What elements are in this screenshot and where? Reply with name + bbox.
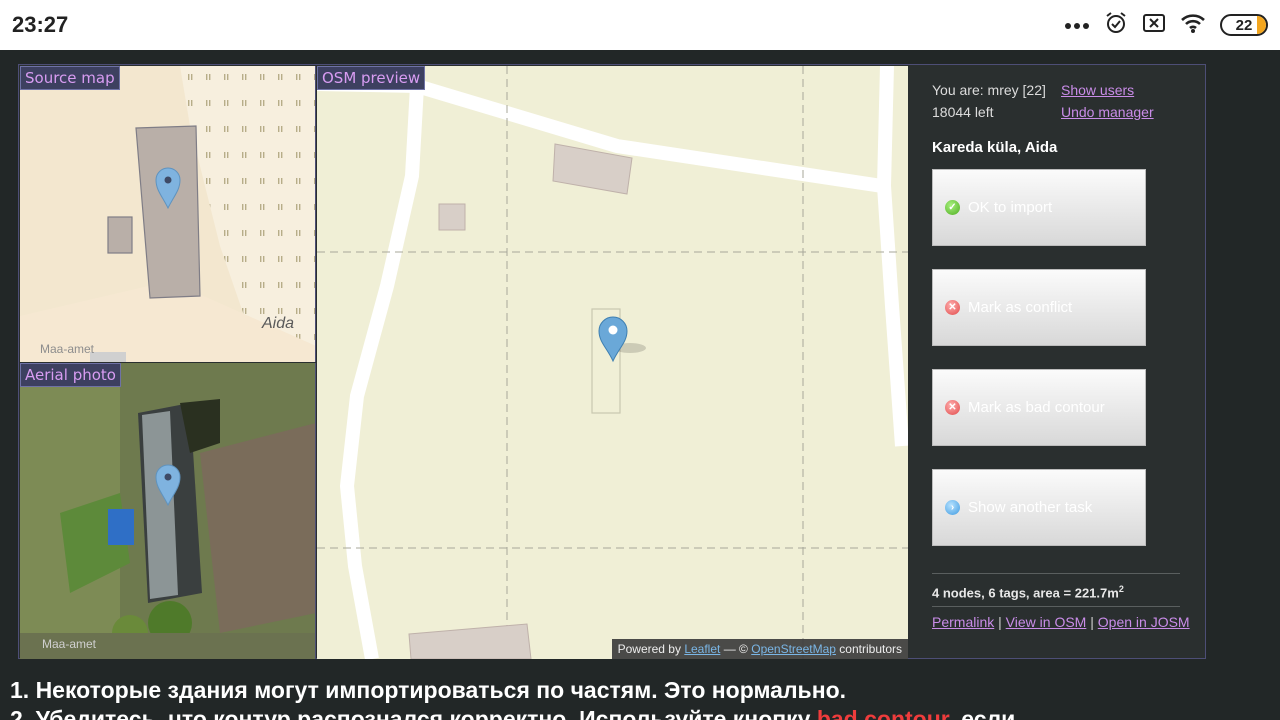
more-dots-icon bbox=[1064, 16, 1090, 35]
attribution-suffix: contributors bbox=[839, 642, 902, 656]
source-credit: Maa-amet bbox=[40, 342, 95, 356]
location-marker-icon bbox=[598, 316, 628, 363]
place-label: Aida bbox=[262, 315, 295, 332]
show-another-task-button[interactable]: › Show another task bbox=[932, 469, 1146, 546]
mark-as-bad-contour-label: Mark as bad contour bbox=[968, 399, 1105, 416]
show-users-link[interactable]: Show users bbox=[1061, 82, 1134, 98]
link-divider: | bbox=[998, 614, 1002, 630]
arrow-right-icon: › bbox=[945, 500, 960, 515]
bottom-links: Permalink | View in OSM | Open in JOSM bbox=[932, 614, 1190, 630]
mark-as-bad-contour-button[interactable]: ✕ Mark as bad contour bbox=[932, 369, 1146, 446]
battery-level: 22 bbox=[1235, 16, 1253, 34]
feature-info-text: 4 nodes, 6 tags, area = 221.7m bbox=[932, 585, 1119, 601]
aerial-credit: Maa-amet bbox=[42, 637, 97, 651]
current-user: You are: mrey [22] bbox=[932, 82, 1046, 98]
leaflet-link[interactable]: Leaflet bbox=[684, 642, 720, 656]
divider bbox=[932, 573, 1180, 574]
app-frame: Source map Aida Maa-amet Aerial photo Ma… bbox=[18, 64, 1206, 659]
attribution-prefix: Powered by bbox=[617, 642, 681, 656]
instruction-line-1: 1. Некоторые здания могут импортироватьс… bbox=[10, 677, 847, 703]
divider bbox=[932, 606, 1180, 607]
show-another-task-label: Show another task bbox=[968, 499, 1093, 516]
tasks-left: 18044 left bbox=[932, 104, 994, 120]
permalink-link[interactable]: Permalink bbox=[932, 614, 994, 630]
task-title: Kareda küla, Aida bbox=[932, 139, 1058, 156]
instruction-line-2-start: 2. Убедитесь, что контур распознался кор… bbox=[10, 706, 817, 720]
open-in-josm-link[interactable]: Open in JOSM bbox=[1098, 614, 1190, 630]
link-divider: | bbox=[1090, 614, 1094, 630]
check-icon: ✓ bbox=[945, 200, 960, 215]
osm-preview-label: OSM preview bbox=[317, 66, 426, 90]
openstreetmap-link[interactable]: OpenStreetMap bbox=[751, 642, 836, 656]
task-panel: You are: mrey [22] 18044 left Show users… bbox=[909, 65, 1206, 658]
battery-icon: 22 bbox=[1220, 14, 1268, 36]
source-map[interactable]: Source map Aida Maa-amet bbox=[20, 66, 316, 362]
ok-to-import-label: OK to import bbox=[968, 199, 1053, 216]
status-time: 23:27 bbox=[12, 12, 69, 37]
mark-as-conflict-label: Mark as conflict bbox=[968, 299, 1073, 316]
mark-as-conflict-button[interactable]: ✕ Mark as conflict bbox=[932, 269, 1146, 346]
sim-icon bbox=[1142, 12, 1166, 38]
view-in-osm-link[interactable]: View in OSM bbox=[1006, 614, 1087, 630]
instruction-line-2: 2. Убедитесь, что контур распознался кор… bbox=[10, 706, 1015, 720]
cross-icon: ✕ bbox=[945, 300, 960, 315]
aerial-photo-canvas bbox=[20, 363, 315, 659]
cross-icon: ✕ bbox=[945, 400, 960, 415]
instruction-line-2-end: , если bbox=[948, 706, 1016, 720]
location-marker-icon bbox=[155, 464, 181, 507]
feature-info: 4 nodes, 6 tags, area = 221.7m2 bbox=[932, 584, 1124, 600]
bad-contour-highlight: bad contour bbox=[816, 706, 949, 720]
status-bar: 23:27 22 bbox=[0, 0, 1280, 50]
osm-preview[interactable]: OSM preview Powered by Leaflet — © OpenS… bbox=[317, 66, 908, 659]
aerial-photo-label: Aerial photo bbox=[20, 363, 121, 387]
ok-to-import-button[interactable]: ✓ OK to import bbox=[932, 169, 1146, 246]
aerial-photo[interactable]: Aerial photo Maa-amet bbox=[20, 363, 316, 659]
source-map-label: Source map bbox=[20, 66, 120, 90]
attribution-middle: — © bbox=[723, 642, 748, 656]
alarm-icon bbox=[1104, 11, 1128, 39]
status-icons: 22 bbox=[1064, 11, 1268, 39]
map-attribution: Powered by Leaflet — © OpenStreetMap con… bbox=[611, 639, 908, 659]
undo-manager-link[interactable]: Undo manager bbox=[1061, 104, 1154, 120]
feature-info-sup: 2 bbox=[1118, 584, 1124, 594]
wifi-icon bbox=[1180, 12, 1206, 38]
location-marker-icon bbox=[155, 167, 181, 210]
